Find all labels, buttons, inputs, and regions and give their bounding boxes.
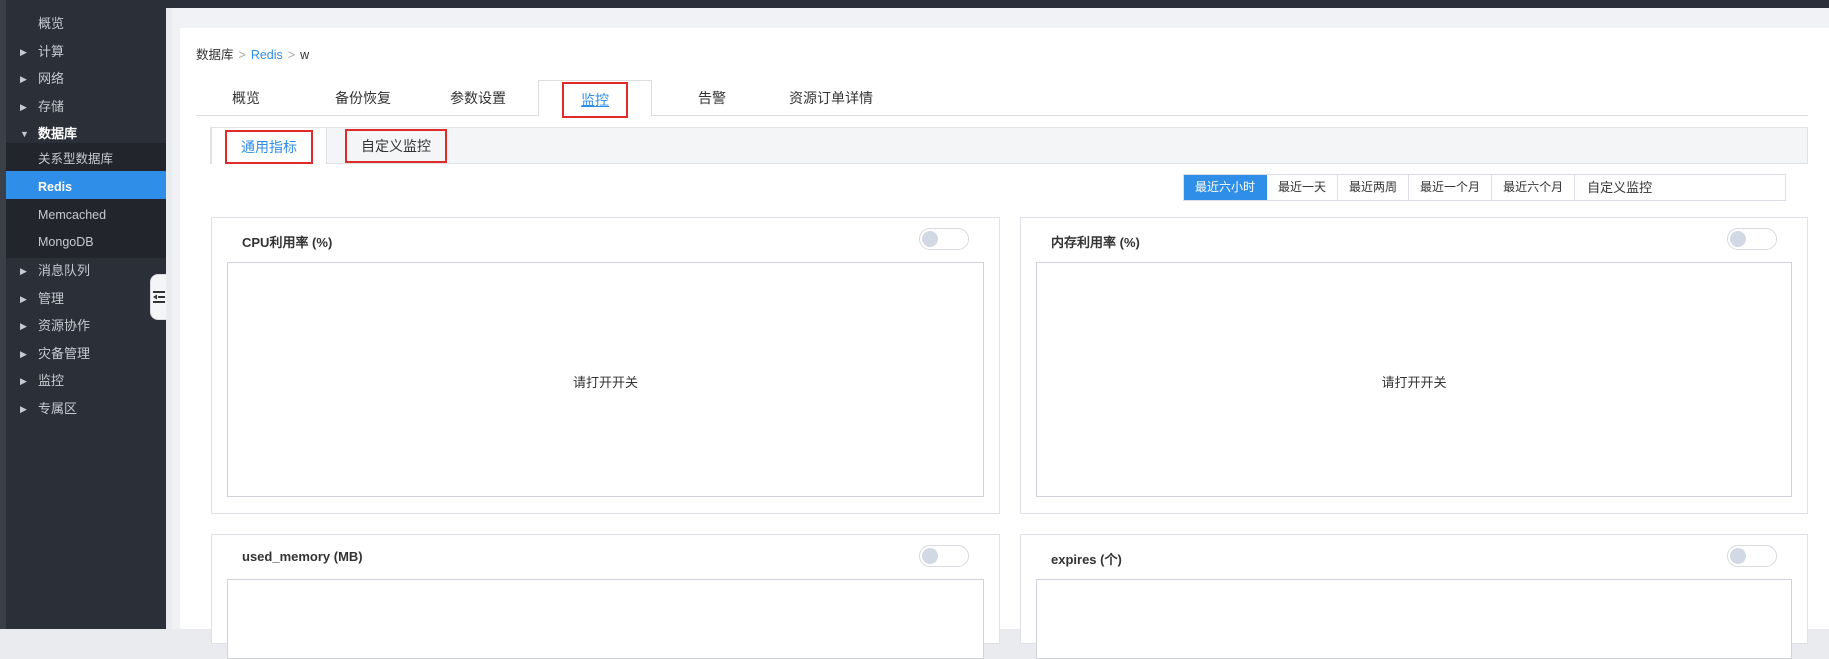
chart-card-cpu: CPU利用率 (%) 请打开开关 xyxy=(211,217,1000,514)
range-1d-button[interactable]: 最近一天 xyxy=(1267,175,1339,200)
tab-label: 参数设置 xyxy=(450,90,506,106)
tab-label: 监控 xyxy=(562,82,628,118)
chart-toggle[interactable] xyxy=(1727,545,1777,567)
primary-tabs: 概览 备份恢复 参数设置 监控 告警 资源订单详情 xyxy=(196,80,1808,118)
breadcrumb-root[interactable]: 数据库 xyxy=(196,48,234,62)
chart-card-memory: 内存利用率 (%) 请打开开关 xyxy=(1020,217,1808,514)
chart-card-used-memory: used_memory (MB) xyxy=(211,534,1000,659)
toggle-knob xyxy=(922,231,938,247)
tab-parameters[interactable]: 参数设置 xyxy=(426,80,530,117)
chart-title: 内存利用率 (%) xyxy=(1051,235,1140,250)
tab-label: 资源订单详情 xyxy=(789,90,873,106)
toggle-knob xyxy=(1730,548,1746,564)
secondary-tabs: 通用指标 自定义监控 xyxy=(210,127,1808,164)
tab-alerts[interactable]: 告警 xyxy=(662,80,762,117)
range-6h-button[interactable]: 最近六小时 xyxy=(1184,175,1268,200)
breadcrumb-redis[interactable]: Redis xyxy=(251,48,283,62)
subtab-general-metrics[interactable]: 通用指标 xyxy=(211,127,327,164)
tab-overview[interactable]: 概览 xyxy=(196,80,296,117)
chart-area: 请打开开关 xyxy=(1036,262,1792,497)
chart-title: CPU利用率 (%) xyxy=(242,235,333,250)
breadcrumb-separator: > xyxy=(238,48,246,62)
range-1m-button[interactable]: 最近一个月 xyxy=(1409,175,1493,200)
toggle-knob xyxy=(922,548,938,564)
chart-toggle[interactable] xyxy=(919,545,969,567)
subtab-custom-monitor[interactable]: 自定义监控 xyxy=(343,127,449,164)
breadcrumb-separator: > xyxy=(287,48,296,62)
sidebar-item-dedicated[interactable]: ▶ 专属区 xyxy=(6,393,166,425)
range-6m-button[interactable]: 最近六个月 xyxy=(1492,175,1576,200)
sidebar-item-mongodb[interactable]: MongoDB xyxy=(6,226,166,258)
chart-toggle[interactable] xyxy=(919,228,969,250)
chart-title: used_memory (MB) xyxy=(242,549,363,564)
chart-area xyxy=(1036,579,1792,659)
time-range-selector: 最近六小时 最近一天 最近两周 最近一个月 最近六个月 自定义监控 xyxy=(1183,174,1787,201)
breadcrumb: 数据库 > Redis > w xyxy=(196,44,309,63)
chart-toggle[interactable] xyxy=(1727,228,1777,250)
top-bar xyxy=(0,0,1829,8)
sidebar: 概览 ▶ 计算 ▶ 网络 ▶ 存储 ▼ 数据库 关系型数据库 Redis Mem… xyxy=(0,0,166,629)
sidebar-item-label: MongoDB xyxy=(38,235,94,249)
tab-label: 告警 xyxy=(698,90,726,106)
chart-card-expires: expires (个) xyxy=(1020,534,1808,659)
tab-label: 备份恢复 xyxy=(335,90,391,106)
chart-empty-message: 请打开开关 xyxy=(1381,374,1447,390)
range-2w-button[interactable]: 最近两周 xyxy=(1338,175,1410,200)
subtab-label: 自定义监控 xyxy=(345,129,447,163)
chart-area xyxy=(227,579,984,659)
subtab-label: 通用指标 xyxy=(225,130,313,164)
collapse-menu-icon xyxy=(153,291,165,303)
tab-backup-restore[interactable]: 备份恢复 xyxy=(311,80,415,117)
tab-monitor[interactable]: 监控 xyxy=(538,80,652,118)
chart-area: 请打开开关 xyxy=(227,262,984,497)
chart-empty-message: 请打开开关 xyxy=(572,374,638,390)
toggle-knob xyxy=(1730,231,1746,247)
tab-order-details[interactable]: 资源订单详情 xyxy=(771,80,891,117)
breadcrumb-current: w xyxy=(300,48,310,62)
chart-title: expires (个) xyxy=(1051,552,1122,567)
caret-right-icon: ▶ xyxy=(20,404,27,414)
sidebar-collapse-toggle[interactable] xyxy=(150,274,166,320)
custom-range-field[interactable]: 自定义监控 xyxy=(1575,175,1785,200)
sidebar-item-label: 专属区 xyxy=(38,401,78,416)
tab-label: 概览 xyxy=(232,90,260,106)
